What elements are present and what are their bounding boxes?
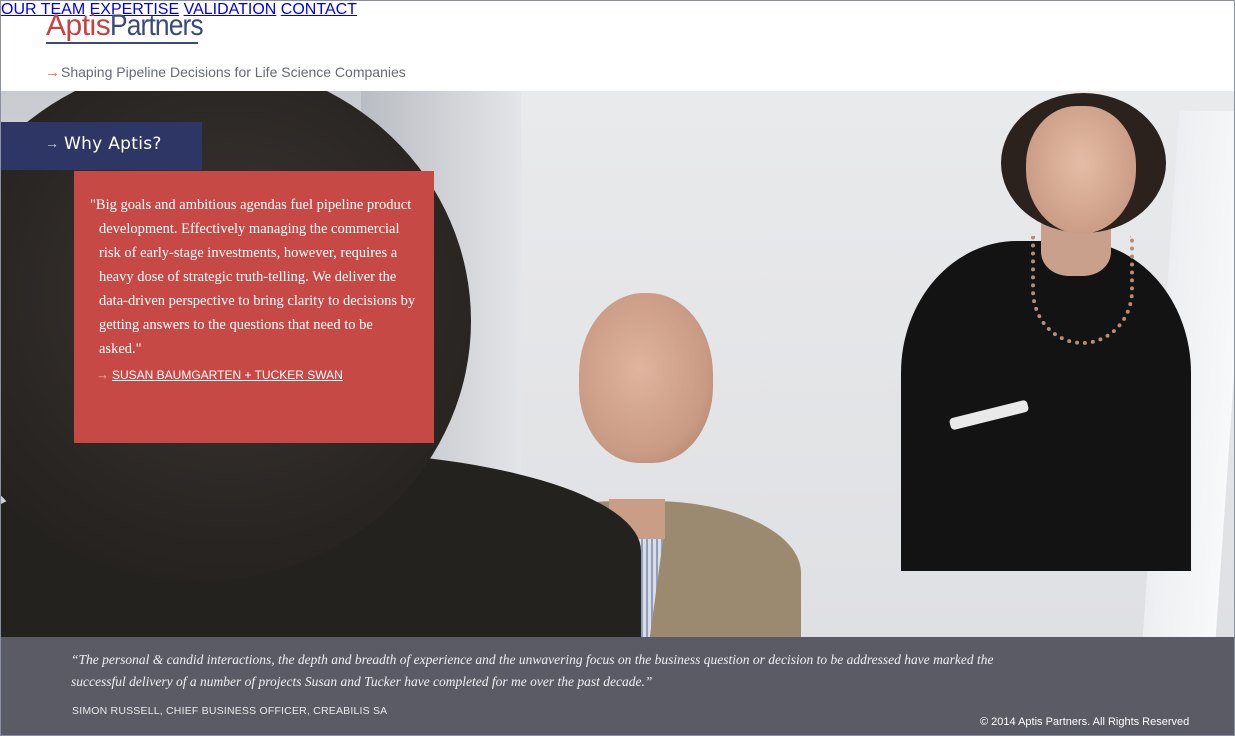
photo-woman-face [1026, 106, 1136, 234]
testimonial-text: “The personal & candid interactions, the… [71, 652, 994, 689]
why-aptis-label: Why Aptis? [64, 134, 162, 154]
logo-word-partners: Partners [110, 9, 204, 42]
photo-man-head [579, 293, 713, 463]
arrow-right-icon: → [45, 64, 60, 81]
logo[interactable]: AptisPartners [46, 9, 216, 45]
tagline: →Shaping Pipeline Decisions for Life Sci… [45, 64, 406, 81]
quote-text: "Big goals and ambitious agendas fuel pi… [90, 197, 416, 357]
arrow-right-icon: → [96, 367, 109, 382]
logo-underline [46, 42, 198, 44]
quote-author: → SUSAN BAUMGARTEN + TUCKER SWAN [96, 367, 343, 382]
logo-word-aptis: Aptis [46, 9, 111, 42]
copyright: © 2014 Aptis Partners. All Rights Reserv… [980, 716, 1190, 728]
quote-author-link[interactable]: SUSAN BAUMGARTEN + TUCKER SWAN [112, 368, 343, 382]
why-aptis-tab[interactable]: → Why Aptis? [1, 122, 202, 170]
footer-band: “The personal & candid interactions, the… [1, 637, 1234, 735]
testimonial-attribution: SIMON RUSSELL, CHIEF BUSINESS OFFICER, C… [72, 705, 388, 717]
arrow-right-icon: → [45, 135, 59, 151]
nav-contact[interactable]: CONTACT [281, 1, 357, 18]
quote-box: "Big goals and ambitious agendas fuel pi… [74, 171, 434, 443]
tagline-text: Shaping Pipeline Decisions for Life Scie… [61, 64, 406, 80]
site-header: AptisPartners →Shaping Pipeline Decision… [1, 1, 1234, 91]
page-frame: AptisPartners →Shaping Pipeline Decision… [0, 0, 1235, 736]
photo-woman-necklace [1031, 236, 1134, 345]
